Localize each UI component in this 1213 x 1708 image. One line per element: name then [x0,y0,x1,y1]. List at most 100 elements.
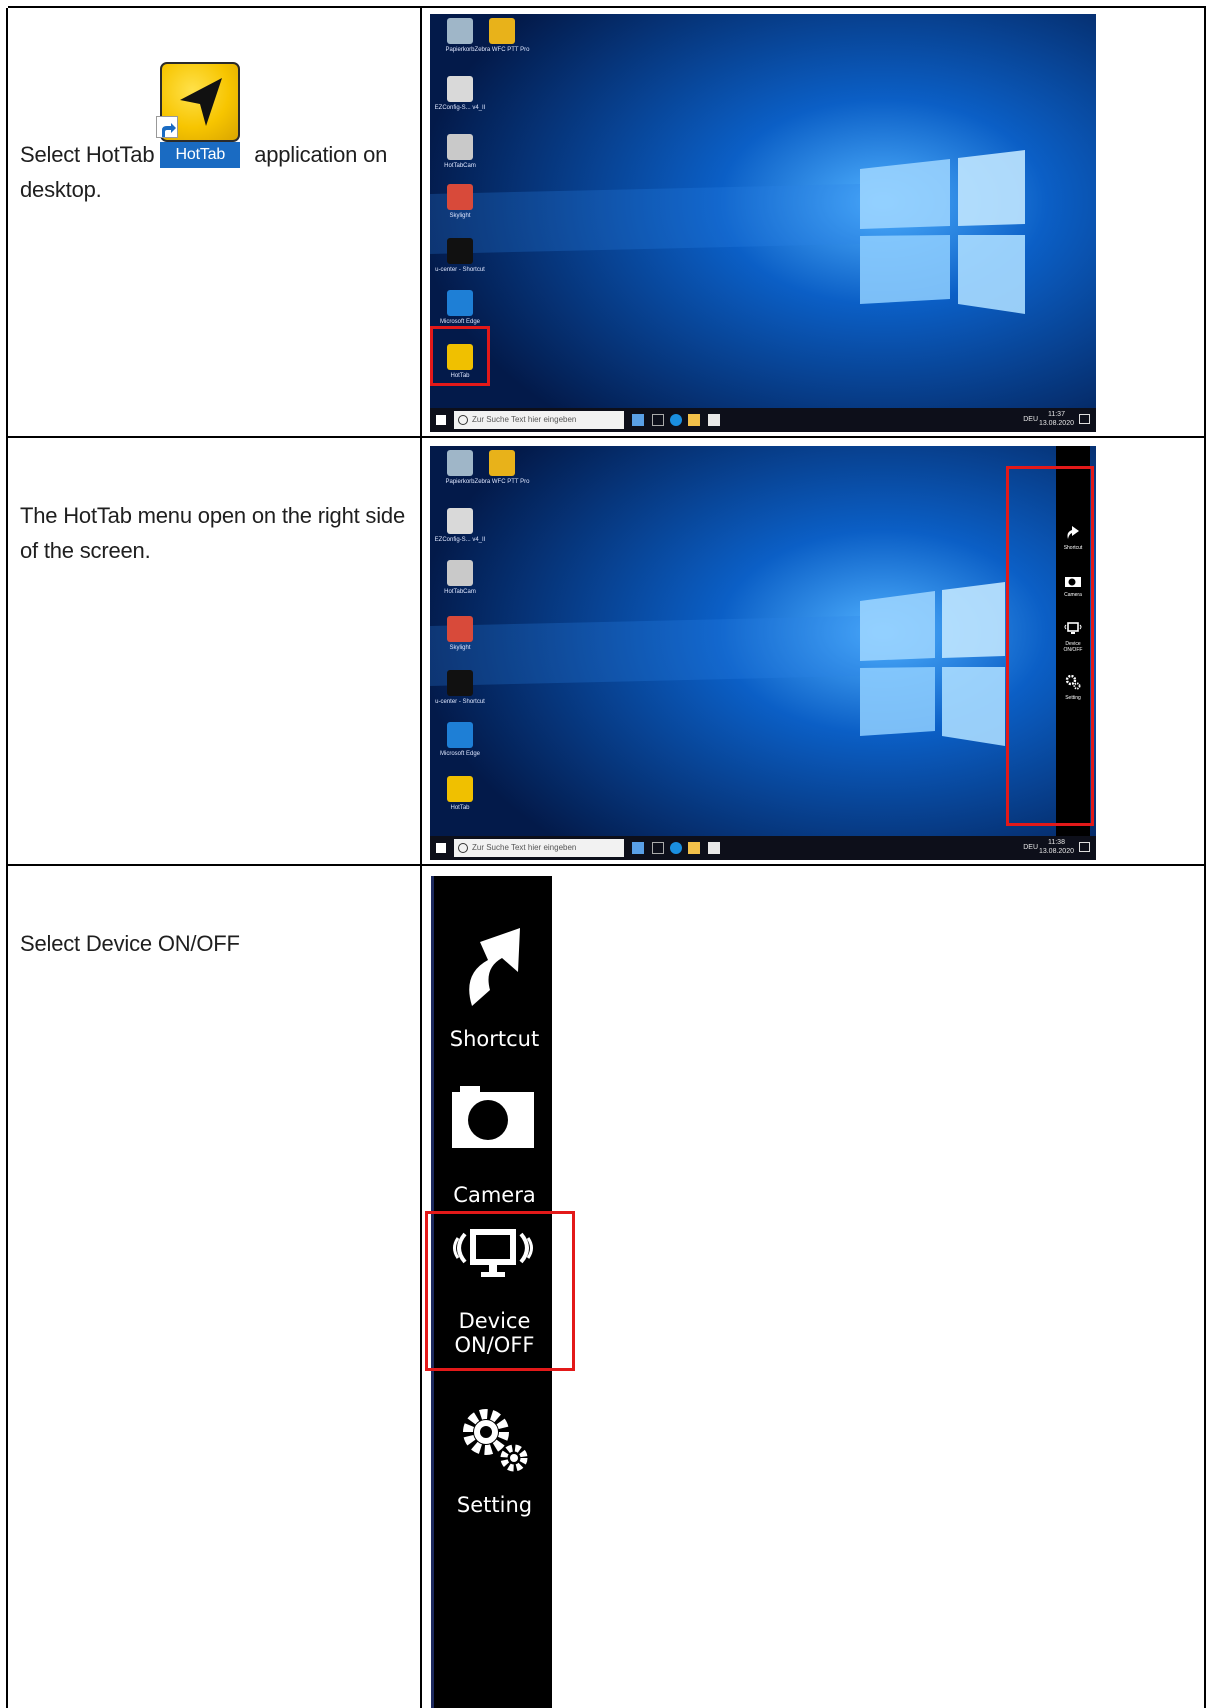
clock-time: 11:38 [1047,839,1065,846]
desktop-icon-label: Zebra WFC PTT Pro [474,479,530,485]
desktop-icon-label: HotTab [450,805,470,811]
language-indicator[interactable]: DEU [1023,416,1038,423]
desktop-icon-label: Skylight [449,645,471,651]
ptt-app-icon [489,18,515,44]
desktop-icon-label: HotTabCam [444,163,476,169]
step-1-text-before: Select HotTab [20,142,161,167]
desktop-icon-ezconfig[interactable]: EZConfig-S... v4_II [432,76,488,112]
u-center-icon [447,238,473,264]
hottab-icon [447,776,473,802]
recycle-bin-icon [447,18,473,44]
hottab-icon [447,344,473,370]
microphone-icon[interactable] [632,414,644,426]
skylight-icon [447,616,473,642]
shortcut-badge-icon [156,116,179,138]
windows-start-icon[interactable] [436,415,446,425]
menu-item-camera[interactable]: Camera [434,1072,552,1222]
edge-taskbar-icon[interactable] [670,842,682,854]
windows-wallpaper [430,446,1096,860]
ezconfig-icon [447,76,473,102]
taskbar-search-placeholder: Zur Suche Text hier eingeben [472,843,577,852]
taskbar: Zur Suche Text hier eingeben DEU 11:38 1… [430,836,1096,860]
desktop-icon-camera-app[interactable]: HotTabCam [432,134,488,170]
menu-item-setting-label: Setting [456,1493,533,1517]
taskbar-search-placeholder: Zur Suche Text hier eingeben [472,415,577,424]
hottab-inline-label: HotTab [160,142,241,168]
windows-wallpaper [430,14,1096,432]
menu-item-shortcut-label: Shortcut [449,1027,540,1051]
desktop-screenshot-1: Papierkorb Zebra WFC PTT Pro EZConfig-S...… [430,14,1096,432]
cortana-circle-icon [458,415,468,425]
desktop-icon-hottab[interactable]: HotTab [432,344,488,380]
table-border-top [8,6,1206,8]
desktop-icon-edge[interactable]: Microsoft Edge [432,722,488,758]
recycle-bin-icon [447,450,473,476]
edge-icon [447,290,473,316]
desktop-icon-label: HotTab [450,373,470,379]
camera-app-icon [447,134,473,160]
clock-date: 13.08.2020 [1038,848,1074,855]
desktop-icon-ezconfig[interactable]: EZConfig-S... v4_II [432,508,488,544]
desktop-icon-label: u-center - Shortcut [435,699,485,705]
taskbar-search-input[interactable]: Zur Suche Text hier eingeben [454,411,624,429]
desktop-icon-label: Skylight [449,213,471,219]
desktop-icon-label: Zebra WFC PTT Pro [474,47,530,53]
taskbar-clock[interactable]: 11:37 13.08.2020 [1039,410,1074,428]
edge-icon [447,722,473,748]
desktop-icon-u-center[interactable]: u-center - Shortcut [432,670,488,706]
ptt-app-icon [489,450,515,476]
table-row-divider [8,436,1206,438]
menu-item-shortcut[interactable]: Shortcut [434,916,552,1066]
camera-app-icon [447,560,473,586]
u-center-icon [447,670,473,696]
ezconfig-icon [447,508,473,534]
step-1-text: Select HotTab HotTab application on desk… [20,62,420,207]
edge-taskbar-icon[interactable] [670,414,682,426]
desktop-screenshot-2: Shortcut Camera Device ON/OFF Setting Pa… [430,446,1096,860]
desktop-icon-label: Microsoft Edge [439,319,481,325]
action-center-icon[interactable] [1079,414,1090,424]
desktop-icon-label: u-center - Shortcut [435,267,485,273]
menu-item-camera-label: Camera [453,1183,536,1207]
desktop-icon-u-center[interactable]: u-center - Shortcut [432,238,488,274]
taskbar-clock[interactable]: 11:38 13.08.2020 [1039,838,1074,856]
language-indicator[interactable]: DEU [1023,844,1038,851]
hottab-inline-icon: HotTab [156,62,241,172]
taskbar: Zur Suche Text hier eingeben DEU 11:37 1… [430,408,1096,432]
table-column-divider [420,8,422,1708]
microphone-icon[interactable] [632,842,644,854]
task-view-icon[interactable] [652,842,664,854]
store-icon[interactable] [708,842,720,854]
step-2-text: The HotTab menu open on the right side o… [20,503,405,563]
desktop-icon-hottab[interactable]: HotTab [432,776,488,812]
store-icon[interactable] [708,414,720,426]
desktop-icon-edge[interactable]: Microsoft Edge [432,290,488,326]
file-explorer-icon[interactable] [688,414,700,426]
table-border-right [1204,8,1206,1708]
desktop-icon-label: Microsoft Edge [439,751,481,757]
desktop-icon-skylight[interactable]: Skylight [432,184,488,220]
skylight-icon [447,184,473,210]
camera-icon [452,1086,534,1148]
taskbar-search-input[interactable]: Zur Suche Text hier eingeben [454,839,624,857]
table-border-left [6,8,8,1708]
action-center-icon[interactable] [1079,842,1090,852]
step-3-text: Select Device ON/OFF [20,931,240,956]
desktop-icon-skylight[interactable]: Skylight [432,616,488,652]
windows-start-icon[interactable] [436,843,446,853]
menu-item-setting[interactable]: Setting [434,1400,552,1550]
file-explorer-icon[interactable] [688,842,700,854]
desktop-icon-label: EZConfig-S... v4_II [434,537,486,543]
desktop-icon-camera-app[interactable]: HotTabCam [432,560,488,596]
desktop-icon-label: EZConfig-S... v4_II [434,105,486,111]
shortcut-arrow-icon [469,928,520,1006]
task-view-icon[interactable] [652,414,664,426]
gears-icon [463,1409,528,1472]
cortana-circle-icon [458,843,468,853]
device-onoff-highlight-box [425,1211,575,1371]
desktop-icon-ptt-app[interactable]: Zebra WFC PTT Pro [474,450,530,486]
desktop-icon-ptt-app[interactable]: Zebra WFC PTT Pro [474,18,530,54]
menu-highlight-box [1006,466,1094,826]
clock-time: 11:37 [1047,411,1065,418]
desktop-icon-label: HotTabCam [444,589,476,595]
